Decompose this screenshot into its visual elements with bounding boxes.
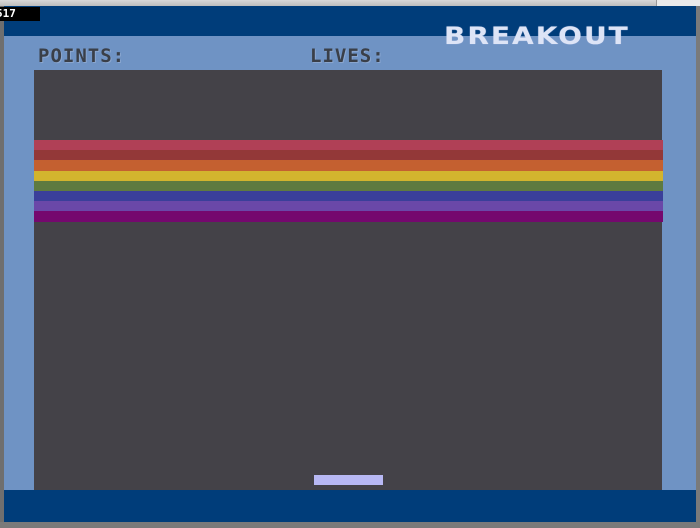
game-title: BREAKOUT xyxy=(444,22,630,51)
points-label: POINTS: xyxy=(38,45,126,67)
lives-label: LIVES: xyxy=(310,45,385,67)
brick-row-6 xyxy=(34,191,663,201)
brick-row-3 xyxy=(34,160,663,171)
playfield[interactable] xyxy=(34,70,662,490)
window-right-edge xyxy=(696,6,700,528)
brick-row-8 xyxy=(34,211,663,222)
brick-row-5 xyxy=(34,181,663,191)
brick-row-1 xyxy=(34,140,663,150)
frame-counter: 517 xyxy=(0,7,40,21)
window-bottom-edge xyxy=(0,522,700,528)
brick-row-2 xyxy=(34,150,663,160)
brick-row-4 xyxy=(34,171,663,181)
bottom-band xyxy=(4,490,696,522)
paddle[interactable] xyxy=(314,475,383,485)
brick-row-7 xyxy=(34,201,663,211)
